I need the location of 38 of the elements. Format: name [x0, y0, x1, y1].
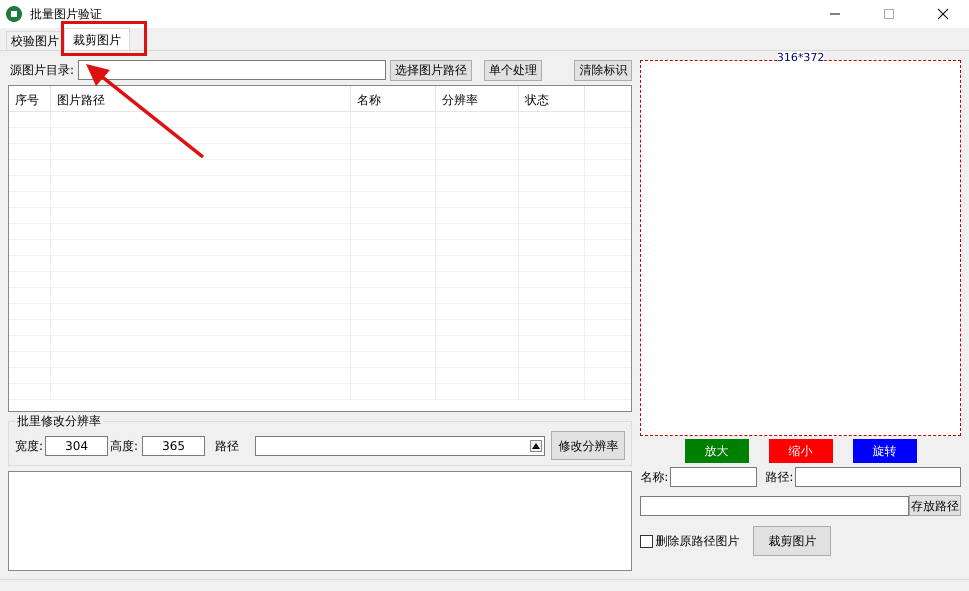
preview-button[interactable]: 放大: [684, 439, 749, 463]
column-header[interactable]: 分辨率: [436, 86, 519, 111]
single-process-button[interactable]: 单个处理: [484, 60, 542, 80]
delete-original-checkbox[interactable]: 删除原路径图片: [640, 532, 740, 550]
select-path-button[interactable]: 选择图片路径: [390, 60, 472, 80]
window-title: 批量图片验证: [30, 6, 102, 23]
clear-marks-button[interactable]: 清除标识: [574, 60, 632, 80]
log-area[interactable]: [8, 471, 632, 571]
field-label: 宽度:: [15, 438, 44, 454]
image-size-label: 316*372: [776, 52, 824, 64]
up-arrow-icon[interactable]: [530, 440, 542, 452]
store-path-field[interactable]: [640, 496, 909, 516]
maximize-icon[interactable]: [883, 8, 895, 20]
path-field[interactable]: [795, 467, 961, 487]
tab[interactable]: 校验图片: [6, 31, 64, 50]
field-label: 高度:: [110, 438, 138, 454]
tab[interactable]: 裁剪图片: [64, 28, 130, 50]
store-path-button[interactable]: 存放路径: [909, 495, 961, 516]
group-title: 批里修改分辨率: [15, 413, 103, 429]
crop-button[interactable]: 裁剪图片: [753, 526, 832, 556]
preview-button[interactable]: 旋转: [852, 439, 917, 463]
name-field[interactable]: [670, 467, 758, 487]
width-field[interactable]: 304: [45, 436, 108, 456]
close-icon[interactable]: [937, 8, 949, 20]
field-label: 名称:: [640, 469, 668, 486]
preview-button[interactable]: 缩小: [768, 439, 833, 463]
field-label: 路径:: [765, 469, 794, 486]
height-field[interactable]: 365: [142, 436, 206, 456]
column-header[interactable]: 状态: [519, 86, 585, 111]
field-label: 源图片目录:: [10, 62, 74, 79]
column-header[interactable]: 序号: [9, 86, 51, 111]
change-resolution-button[interactable]: 修改分辨率: [551, 431, 626, 460]
source-directory-field[interactable]: [78, 60, 386, 80]
field-label: 路径: [215, 438, 240, 454]
path-dropdown[interactable]: [255, 436, 546, 456]
app-icon: [6, 6, 22, 22]
column-header[interactable]: 名称: [351, 86, 436, 111]
column-header[interactable]: 图片路径: [51, 86, 351, 111]
